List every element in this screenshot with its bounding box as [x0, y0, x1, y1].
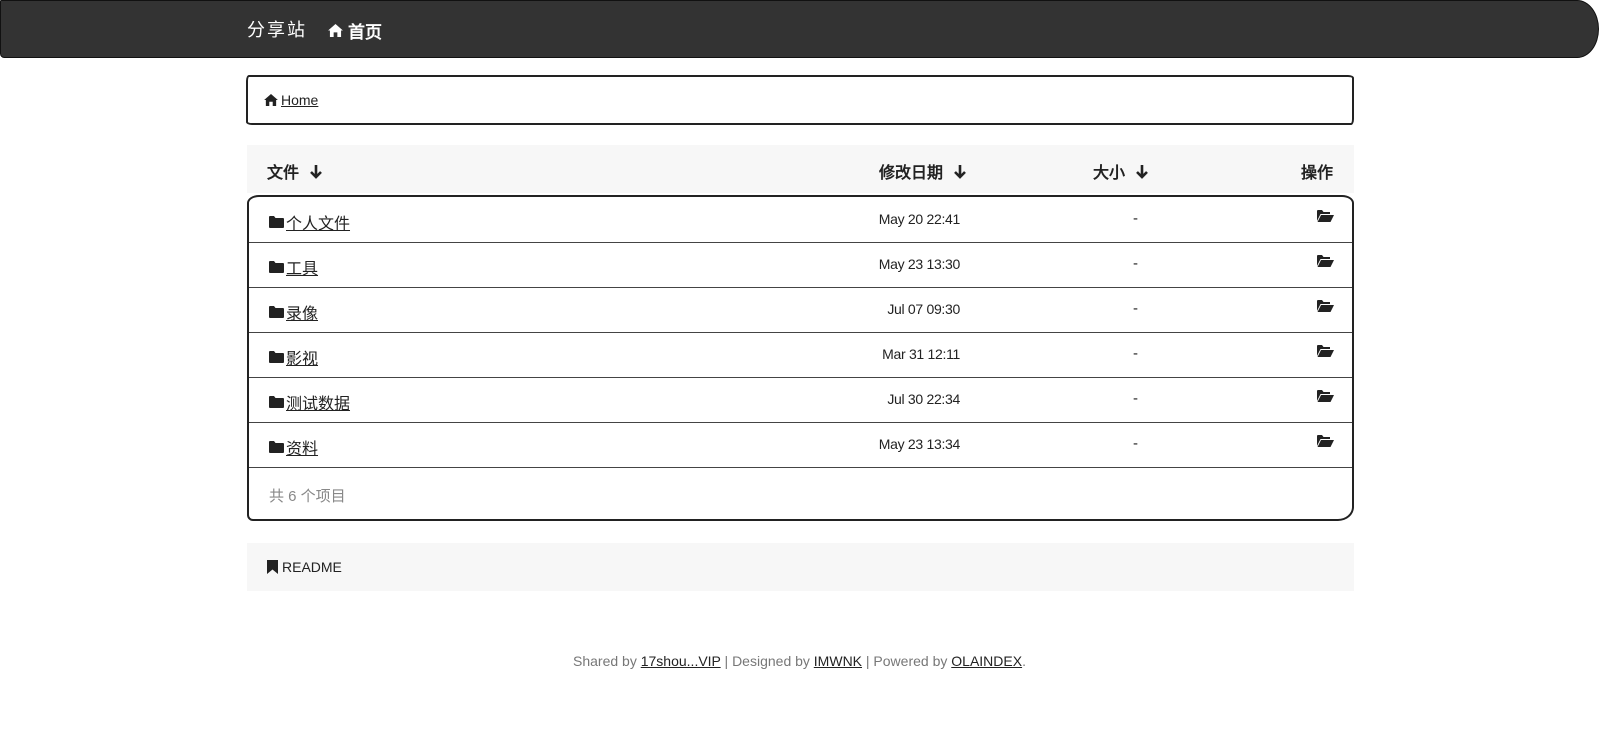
file-size: - [1133, 390, 1138, 407]
modified-date: May 23 13:30 [878, 256, 961, 272]
size-header-label: 大小 [1093, 165, 1126, 182]
sort-by-date-header[interactable]: 修改日期 [879, 159, 967, 183]
file-size: - [1133, 300, 1138, 317]
file-name-cell: 影视 [269, 345, 318, 369]
file-size: - [1133, 255, 1138, 272]
ops-header: 操作 [1301, 159, 1333, 183]
file-name-cell: 录像 [269, 300, 318, 324]
arrow-down-icon [1135, 164, 1149, 179]
file-name-cell: 测试数据 [269, 390, 350, 414]
home-icon [328, 24, 343, 37]
folder-link[interactable]: 录像 [286, 300, 318, 324]
folder-icon [269, 396, 284, 408]
modified-date: Mar 31 12:11 [882, 346, 960, 362]
table-row[interactable]: 测试数据 Jul 30 22:34 - [249, 377, 1352, 423]
date-header-label: 修改日期 [879, 165, 944, 182]
ops-header-label: 操作 [1300, 165, 1333, 182]
table-row[interactable]: 影视 Mar 31 12:11 - [249, 332, 1352, 378]
breadcrumb: Home [246, 75, 1354, 125]
breadcrumb-home-link[interactable]: Home [264, 92, 318, 108]
folder-link[interactable]: 个人文件 [286, 210, 350, 234]
folder-link[interactable]: 资料 [286, 435, 318, 459]
sort-by-size-header[interactable]: 大小 [1093, 159, 1149, 183]
folder-link[interactable]: 工具 [286, 255, 318, 279]
modified-date: Jul 30 22:34 [887, 391, 960, 407]
nav-home-label: 首页 [348, 23, 382, 42]
table-row[interactable]: 工具 May 23 13:30 - [249, 242, 1352, 288]
open-folder-icon[interactable] [1317, 390, 1334, 402]
open-folder-icon[interactable] [1317, 435, 1334, 447]
arrow-down-icon [309, 164, 323, 179]
file-size: - [1133, 435, 1138, 452]
file-size: - [1133, 210, 1138, 227]
table-row[interactable]: 资料 May 23 13:34 - [249, 422, 1352, 468]
brand-title[interactable]: 分享站 [247, 16, 307, 42]
folder-icon [269, 306, 284, 318]
file-size: - [1133, 345, 1138, 362]
modified-date: May 23 13:34 [878, 436, 961, 452]
arrow-down-icon [953, 164, 967, 179]
footer-designed-link[interactable]: IMWNK [814, 653, 862, 669]
nav-home-link[interactable]: 首页 [328, 18, 382, 43]
top-navbar: 分享站 首页 [0, 0, 1599, 58]
open-folder-icon[interactable] [1317, 300, 1334, 312]
folder-link[interactable]: 影视 [286, 345, 318, 369]
readme-panel: README [247, 543, 1354, 591]
bookmark-icon [267, 560, 278, 574]
modified-date: Jul 07 09:30 [887, 301, 960, 317]
file-table-header: 文件 修改日期 大小 操作 [247, 145, 1354, 193]
file-header-label: 文件 [267, 165, 300, 182]
footer-powered-prefix: | Powered by [862, 653, 952, 669]
table-row[interactable]: 个人文件 May 20 22:41 - [249, 197, 1352, 243]
table-row[interactable]: 录像 Jul 07 09:30 - [249, 287, 1352, 333]
item-count: 共 6 个项目 [269, 488, 346, 505]
footer-shared-prefix: Shared by [573, 653, 641, 669]
open-folder-icon[interactable] [1317, 345, 1334, 357]
open-folder-icon[interactable] [1317, 255, 1334, 267]
open-folder-icon[interactable] [1317, 210, 1334, 222]
folder-icon [269, 441, 284, 453]
file-name-cell: 资料 [269, 435, 318, 459]
footer-designed-prefix: | Designed by [720, 653, 814, 669]
footer-end: . [1022, 653, 1026, 669]
folder-icon [269, 351, 284, 363]
footer: Shared by 17shou...VIP | Designed by IMW… [0, 653, 1599, 669]
modified-date: May 20 22:41 [878, 211, 961, 227]
folder-link[interactable]: 测试数据 [286, 390, 350, 414]
sort-by-file-header[interactable]: 文件 [267, 159, 323, 183]
readme-title: README [282, 559, 342, 575]
folder-icon [269, 261, 284, 273]
file-name-cell: 工具 [269, 255, 318, 279]
home-icon [264, 94, 278, 106]
footer-powered-link[interactable]: OLAINDEX [951, 653, 1022, 669]
footer-shared-link[interactable]: 17shou...VIP [641, 653, 721, 669]
file-name-cell: 个人文件 [269, 210, 350, 234]
breadcrumb-home-label: Home [281, 92, 319, 108]
folder-icon [269, 216, 284, 228]
file-list: 个人文件 May 20 22:41 - 工具 May 23 13:30 - 录像… [247, 195, 1354, 521]
